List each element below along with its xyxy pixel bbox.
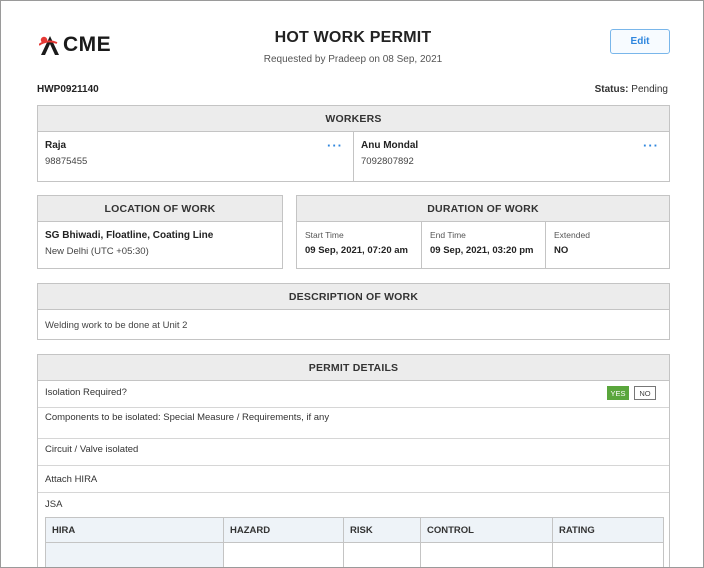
yes-no-toggle: YES NO	[607, 386, 656, 400]
col-header-hira: HIRA	[45, 517, 224, 543]
start-time-label: Start Time	[305, 230, 344, 240]
end-time-label: End Time	[430, 230, 466, 240]
description-heading: DESCRIPTION OF WORK	[38, 284, 669, 310]
col-header-risk: RISK	[343, 517, 421, 543]
permit-id: HWP0921140	[37, 84, 99, 95]
worker-name: Anu Mondal	[361, 140, 419, 151]
description-text: Welding work to be done at Unit 2	[45, 320, 188, 331]
no-button[interactable]: NO	[634, 386, 656, 400]
permit-details-heading: PERMIT DETAILS	[38, 355, 669, 381]
attach-hira-row: Attach HIRA	[38, 466, 669, 493]
table-cell[interactable]	[343, 542, 421, 567]
isolation-question: Isolation Required?	[45, 386, 127, 398]
status-value: Pending	[631, 84, 668, 95]
worker-name: Raja	[45, 140, 67, 151]
table-header-row: HIRA HAZARD RISK CONTROL RATING	[45, 517, 664, 543]
jsa-label: JSA	[45, 498, 63, 510]
table-cell[interactable]	[45, 542, 224, 567]
more-dots-icon[interactable]: ···	[327, 138, 343, 153]
table-cell[interactable]	[552, 542, 664, 567]
status-indicator: Status: Pending	[595, 84, 668, 95]
col-header-rating: RATING	[552, 517, 664, 543]
components-row: Components to be isolated: Special Measu…	[38, 408, 669, 439]
hira-table: HIRA HAZARD RISK CONTROL RATING	[45, 517, 664, 567]
worker-phone: 7092807892	[361, 156, 414, 167]
col-header-hazard: HAZARD	[223, 517, 344, 543]
end-time-cell: End Time 09 Sep, 2021, 03:20 pm	[421, 222, 545, 268]
status-label: Status:	[594, 84, 629, 95]
workers-section: WORKERS Raja 98875455 ··· Anu Mondal 709…	[37, 105, 670, 182]
description-section: DESCRIPTION OF WORK Welding work to be d…	[37, 283, 670, 340]
more-dots-icon[interactable]: ···	[643, 138, 659, 153]
circuit-label: Circuit / Valve isolated	[45, 443, 139, 455]
workers-heading: WORKERS	[38, 106, 669, 132]
col-header-control: CONTROL	[420, 517, 553, 543]
isolation-row: Isolation Required? YES NO	[38, 381, 669, 408]
worker-card: Anu Mondal 7092807892 ···	[353, 132, 669, 181]
components-label: Components to be isolated: Special Measu…	[45, 412, 330, 423]
attach-hira-label: Attach HIRA	[45, 473, 98, 485]
extended-value: NO	[554, 245, 569, 256]
jsa-row: JSA	[38, 493, 669, 515]
edit-button[interactable]: Edit	[610, 29, 670, 54]
extended-label: Extended	[554, 230, 590, 240]
location-section: LOCATION OF WORK SG Bhiwadi, Floatline, …	[37, 195, 283, 269]
location-heading: LOCATION OF WORK	[38, 196, 282, 222]
title-block: HOT WORK PERMIT Requested by Pradeep on …	[1, 29, 703, 65]
table-cell[interactable]	[223, 542, 344, 567]
permit-details-section: PERMIT DETAILS Isolation Required? YES N…	[37, 354, 670, 567]
circuit-row: Circuit / Valve isolated	[38, 439, 669, 466]
page-title: HOT WORK PERMIT	[274, 29, 432, 46]
worker-card: Raja 98875455 ···	[38, 132, 353, 181]
end-time-value: 09 Sep, 2021, 03:20 pm	[430, 245, 534, 256]
start-time-value: 09 Sep, 2021, 07:20 am	[305, 245, 408, 256]
worker-phone: 98875455	[45, 156, 88, 167]
permit-window: CME HOT WORK PERMIT Requested by Pradeep…	[0, 0, 704, 568]
location-timezone: New Delhi (UTC +05:30)	[45, 246, 149, 257]
table-row	[45, 542, 664, 567]
yes-button[interactable]: YES	[607, 386, 629, 400]
duration-heading: DURATION OF WORK	[297, 196, 669, 222]
location-place: SG Bhiwadi, Floatline, Coating Line	[45, 230, 214, 241]
start-time-cell: Start Time 09 Sep, 2021, 07:20 am	[297, 222, 421, 268]
page-subtitle: Requested by Pradeep on 08 Sep, 2021	[263, 54, 443, 65]
duration-section: DURATION OF WORK Start Time 09 Sep, 2021…	[296, 195, 670, 269]
table-cell[interactable]	[420, 542, 553, 567]
extended-cell: Extended NO	[545, 222, 669, 268]
